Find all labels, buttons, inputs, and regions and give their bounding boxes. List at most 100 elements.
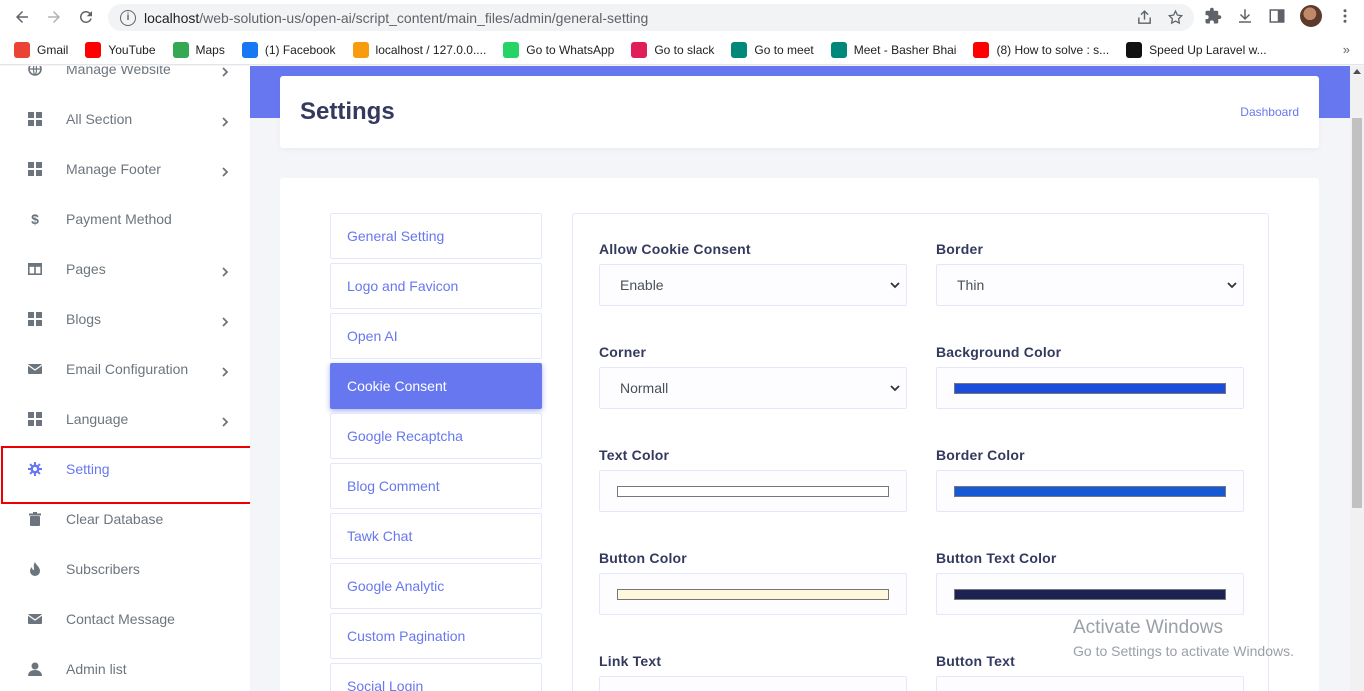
button-color-label: Button Color — [599, 550, 687, 566]
bookmark-label: Speed Up Laravel w... — [1149, 42, 1267, 57]
sidebar-item-label: Clear Database — [66, 511, 164, 527]
tab-blog-comment[interactable]: Blog Comment — [330, 463, 542, 509]
link-text-input[interactable] — [599, 676, 907, 691]
settings-tabs: General Setting Logo and Favicon Open AI Co… — [330, 213, 542, 691]
sidebar-item-payment-method[interactable]: $ Payment Method — [0, 194, 250, 244]
windows-activation-watermark: Activate Windows Go to Settings to activ… — [1073, 617, 1294, 659]
bookmark-item[interactable]: (8) How to solve : s... — [973, 41, 1109, 58]
button-text-color-input[interactable] — [936, 573, 1244, 615]
sidebar-item-admin-list[interactable]: Admin list — [0, 644, 250, 691]
tab-tawk-chat[interactable]: Tawk Chat — [330, 513, 542, 559]
tab-general-setting[interactable]: General Setting — [330, 213, 542, 259]
background-color-label: Background Color — [936, 344, 1062, 360]
fire-icon — [28, 562, 42, 576]
grid-icon — [28, 312, 42, 326]
globe-icon — [28, 66, 42, 76]
sidebar-item-subscribers[interactable]: Subscribers — [0, 544, 250, 594]
bookmark-item[interactable]: Speed Up Laravel w... — [1126, 41, 1267, 58]
grid-icon — [28, 112, 42, 126]
bookmark-item[interactable]: Go to WhatsApp — [503, 41, 614, 58]
bookmark-item[interactable]: Go to meet — [731, 41, 814, 58]
page-header: Settings Dashboard — [280, 76, 1319, 148]
button-color-field: Button Color — [599, 550, 907, 615]
tab-google-analytic[interactable]: Google Analytic — [330, 563, 542, 609]
corner-value: Normall — [620, 380, 669, 396]
tab-open-ai[interactable]: Open AI — [330, 313, 542, 359]
text-color-input[interactable] — [599, 470, 907, 512]
sidebar-item-setting[interactable]: Setting — [0, 444, 250, 494]
bookmark-item[interactable]: (1) Facebook — [241, 41, 336, 58]
sidebar-item-language[interactable]: Language — [0, 394, 250, 444]
button-color-input[interactable] — [599, 573, 907, 615]
slack-icon — [631, 41, 648, 58]
bookmarks-more-icon[interactable]: » — [1343, 42, 1350, 57]
back-button[interactable] — [6, 1, 38, 33]
meet-icon — [830, 41, 847, 58]
grid-icon — [28, 162, 42, 176]
reload-icon — [79, 10, 92, 23]
sidebar-item-email-configuration[interactable]: Email Configuration — [0, 344, 250, 394]
user-icon — [28, 662, 42, 676]
chevron-down-icon — [1227, 282, 1237, 289]
text-color-label: Text Color — [599, 447, 670, 463]
tab-custom-pagination[interactable]: Custom Pagination — [330, 613, 542, 659]
sidebar-item-manage-website[interactable]: Manage Website — [0, 66, 250, 94]
button-text-color-field: Button Text Color — [936, 550, 1244, 615]
bookmark-label: Gmail — [37, 42, 69, 57]
bookmark-item[interactable]: YouTube — [85, 41, 156, 58]
link-text-field: Link Text — [599, 653, 907, 691]
scroll-thumb[interactable] — [1352, 118, 1362, 508]
sidebar-item-clear-database[interactable]: Clear Database — [0, 494, 250, 544]
sidebar-item-label: Pages — [66, 261, 106, 277]
sidebar-item-pages[interactable]: Pages — [0, 244, 250, 294]
youtube-icon — [973, 41, 990, 58]
sidebar-item-manage-footer[interactable]: Manage Footer — [0, 144, 250, 194]
bookmark-item[interactable]: Maps — [172, 41, 225, 58]
profile-avatar[interactable] — [1300, 5, 1322, 27]
sidebar-item-all-section[interactable]: All Section — [0, 94, 250, 144]
sidebar-item-contact-message[interactable]: Contact Message — [0, 594, 250, 644]
sidebar-item-blogs[interactable]: Blogs — [0, 294, 250, 344]
corner-label: Corner — [599, 344, 647, 360]
tab-logo-and-favicon[interactable]: Logo and Favicon — [330, 263, 542, 309]
background-color-input[interactable] — [936, 367, 1244, 409]
bookmark-item[interactable]: localhost / 127.0.0.... — [352, 41, 486, 58]
reload-button[interactable] — [70, 1, 102, 33]
sidebar-item-label: Admin list — [66, 661, 127, 677]
allow-cookie-select[interactable]: Enable — [599, 264, 907, 306]
border-color-input[interactable] — [936, 470, 1244, 512]
download-icon[interactable] — [1236, 7, 1254, 25]
scroll-up-arrow[interactable] — [1353, 69, 1361, 74]
tab-social-login[interactable]: Social Login — [330, 663, 542, 691]
extensions-icon[interactable] — [1204, 7, 1222, 25]
envelope-icon — [28, 362, 42, 376]
corner-field: Corner Normall — [599, 344, 907, 409]
bookmark-item[interactable]: Gmail — [14, 41, 69, 58]
share-icon[interactable] — [1136, 9, 1153, 26]
corner-select[interactable]: Normall — [599, 367, 907, 409]
sidebar-item-label: Blogs — [66, 311, 102, 327]
info-icon[interactable]: i — [120, 9, 136, 26]
forward-button[interactable] — [38, 1, 70, 33]
page-title: Settings — [300, 98, 395, 125]
side-panel-icon[interactable] — [1268, 7, 1286, 25]
tab-cookie-consent[interactable]: Cookie Consent — [330, 363, 542, 409]
bookmark-star-icon[interactable] — [1167, 9, 1184, 26]
settings-card: General Setting Logo and Favicon Open AI Co… — [280, 178, 1319, 691]
breadcrumb-dashboard[interactable]: Dashboard — [1240, 105, 1299, 119]
allow-cookie-value: Enable — [620, 277, 664, 293]
maps-icon — [172, 41, 189, 58]
tab-google-recaptcha[interactable]: Google Recaptcha — [330, 413, 542, 459]
bookmark-item[interactable]: Meet - Basher Bhai — [830, 41, 956, 58]
page-scrollbar[interactable] — [1350, 66, 1364, 691]
chevron-right-icon — [220, 164, 230, 177]
watermark-line1: Activate Windows — [1073, 617, 1223, 638]
browser-toolbar: i localhost/web-solution-us/open-ai/scri… — [0, 0, 1364, 35]
bookmark-item[interactable]: Go to slack — [631, 41, 714, 58]
button-text-input[interactable] — [936, 676, 1244, 691]
border-select[interactable]: Thin — [936, 264, 1244, 306]
kebab-menu-icon[interactable] — [1336, 7, 1354, 25]
sidebar-item-label: All Section — [66, 111, 133, 127]
watermark-line2: Go to Settings to activate Windows. — [1073, 643, 1294, 659]
address-bar[interactable]: i localhost/web-solution-us/open-ai/scri… — [108, 4, 1194, 31]
